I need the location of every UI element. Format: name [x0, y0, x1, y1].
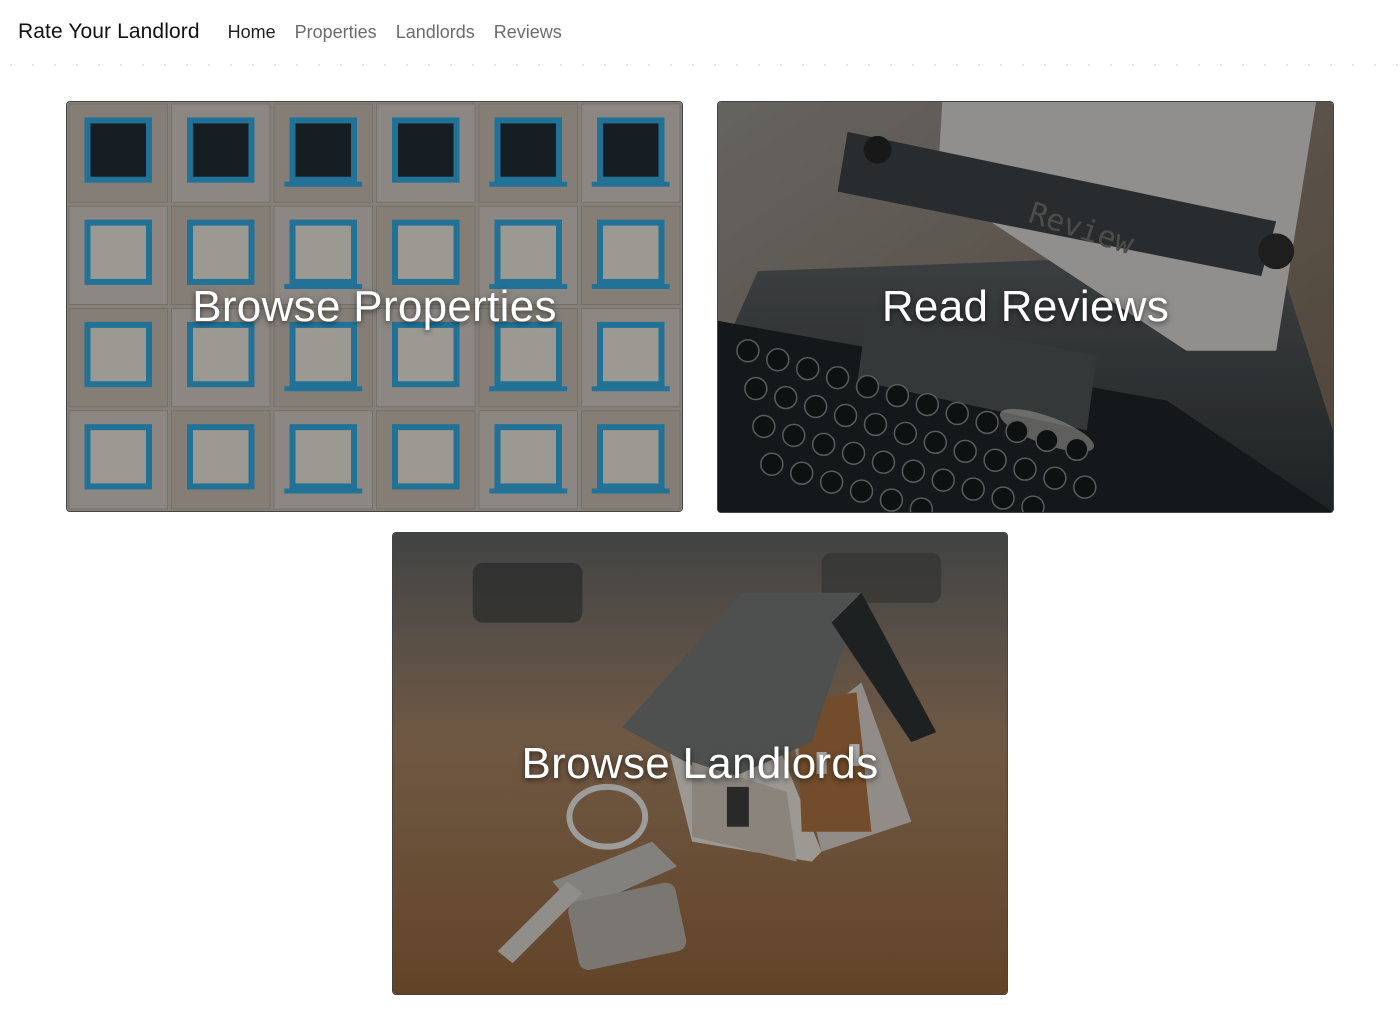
browse-properties-card[interactable]: Browse Properties [66, 101, 683, 512]
browse-properties-label: Browse Properties [192, 281, 557, 331]
nav-home-link[interactable]: Home [228, 22, 276, 43]
nav-links: Home Properties Landlords Reviews [228, 22, 581, 43]
nav-landlords-link[interactable]: Landlords [396, 22, 475, 43]
browse-landlords-card[interactable]: Browse Landlords [392, 532, 1008, 995]
nav-reviews-link[interactable]: Reviews [494, 22, 562, 43]
nav-properties-link[interactable]: Properties [295, 22, 377, 43]
navbar: Rate Your Landlord Home Properties Landl… [0, 0, 1400, 64]
brand-link[interactable]: Rate Your Landlord [18, 20, 200, 44]
browse-landlords-label: Browse Landlords [521, 738, 879, 788]
read-reviews-card[interactable]: Review Read Reviews [717, 101, 1334, 513]
read-reviews-label: Read Reviews [881, 282, 1170, 331]
navbar-divider [0, 64, 1400, 66]
